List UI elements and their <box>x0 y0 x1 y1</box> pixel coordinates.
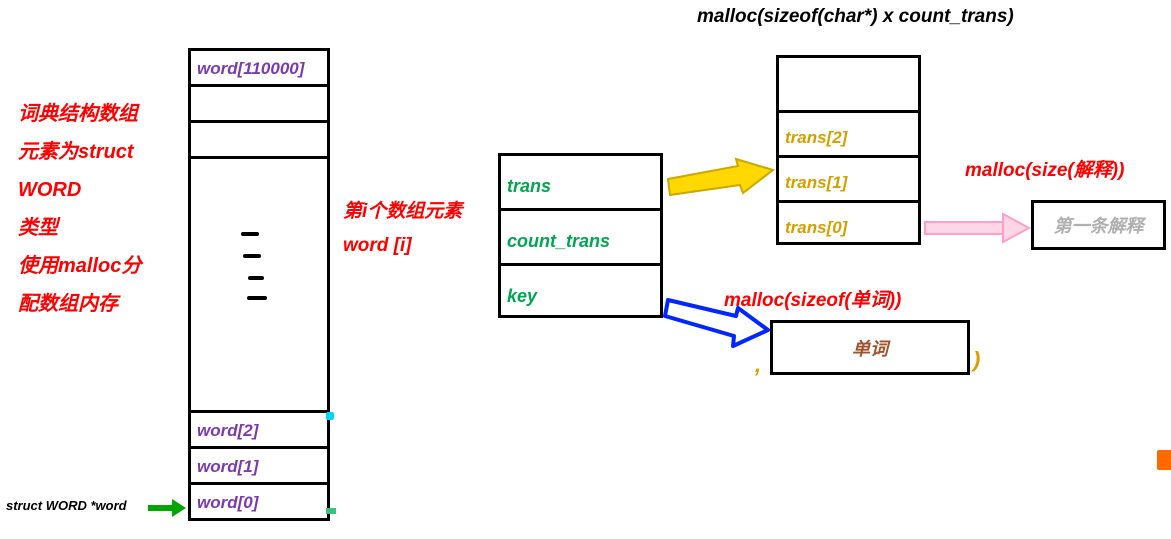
element-line1: 第i个数组元素 <box>343 195 462 229</box>
word-cell-0: word[0] <box>191 493 258 512</box>
trans-cell-1: trans[1] <box>779 173 847 192</box>
field-trans: trans <box>501 176 551 196</box>
dash-icon <box>243 254 261 258</box>
pointer-label: struct WORD *word <box>6 498 127 513</box>
desc-line1: 词典结构数组 <box>18 95 141 133</box>
word-value-box: 单词 <box>770 320 970 375</box>
field-key: key <box>501 286 537 306</box>
element-line2: word [i] <box>343 229 462 263</box>
word-array-box: word[110000] word[2] word[1] word[0] <box>188 48 330 521</box>
word-value-text: 单词 <box>852 339 888 359</box>
struct-word-box: trans count_trans key <box>498 153 663 318</box>
arrow-pointer-icon <box>148 502 188 514</box>
desc-line4: 类型 <box>18 209 141 247</box>
field-count-trans: count_trans <box>501 231 610 251</box>
arrow-explain-icon <box>925 216 1035 247</box>
explain-box: 第一条解释 <box>1031 200 1166 250</box>
arrow-trans-icon <box>668 165 778 210</box>
explain-text: 第一条解释 <box>1054 216 1144 236</box>
desc-line6: 配数组内存 <box>18 285 141 323</box>
trans-cell-2: trans[2] <box>779 128 847 147</box>
desc-line3: WORD <box>18 171 141 209</box>
desc-line2: 元素为struct <box>18 133 141 171</box>
paren-right-icon: ) <box>973 347 980 373</box>
title-trans-malloc: malloc(sizeof(char*) x count_trans) <box>697 6 1014 28</box>
word-cell-2: word[2] <box>191 421 258 440</box>
word-cell-empty1 <box>191 87 327 123</box>
trans-cell-0: trans[0] <box>779 218 847 237</box>
trans-cell-empty <box>779 58 918 113</box>
trans-array-box: trans[2] trans[1] trans[0] <box>776 55 921 245</box>
desc-text: 词典结构数组 元素为struct WORD 类型 使用malloc分 配数组内存 <box>18 95 141 323</box>
dash-icon <box>247 296 267 300</box>
arrow-key-icon <box>668 300 773 365</box>
right-indicator-icon <box>1157 450 1171 470</box>
tick-icon <box>326 508 336 514</box>
dash-icon <box>241 232 259 236</box>
word-cell-empty2 <box>191 123 327 159</box>
element-label: 第i个数组元素 word [i] <box>343 195 462 263</box>
tick-icon <box>326 412 334 420</box>
desc-line5: 使用malloc分 <box>18 247 141 285</box>
dash-icon <box>248 276 264 280</box>
word-cell-top: word[110000] <box>191 59 304 78</box>
word-cell-1: word[1] <box>191 457 258 476</box>
title-explain-malloc: malloc(size(解释)) <box>965 155 1124 182</box>
